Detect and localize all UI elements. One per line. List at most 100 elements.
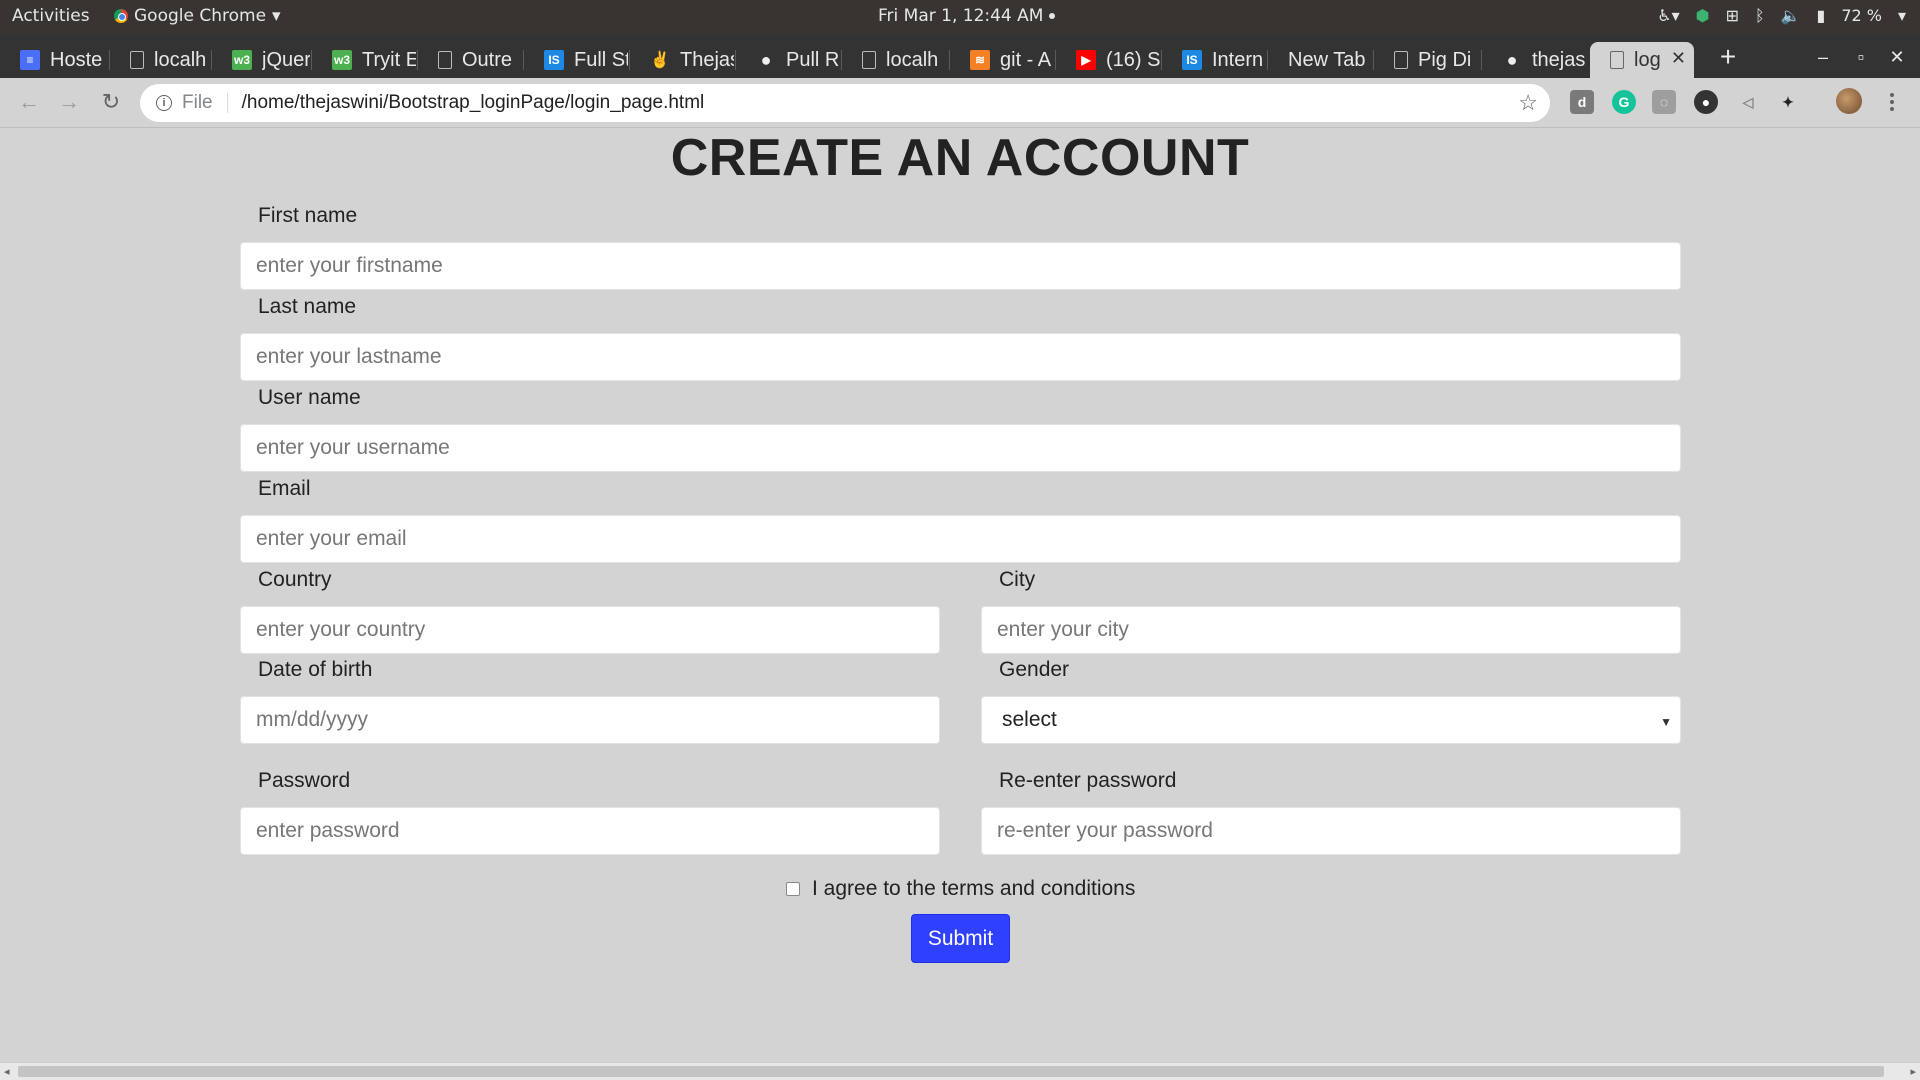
maximize-button[interactable]: ▫: [1846, 42, 1876, 72]
repassword-input[interactable]: [981, 807, 1681, 855]
clock-text: Fri Mar 1, 12:44 AM: [878, 6, 1044, 26]
tab-7[interactable]: ✌ Thejas: [630, 42, 734, 78]
scroll-right-icon[interactable]: ▸: [1910, 1065, 1916, 1078]
tab-15[interactable]: ● thejas: [1482, 42, 1588, 78]
new-tab-button[interactable]: +: [1712, 42, 1744, 74]
dob-input[interactable]: [240, 696, 940, 744]
forward-button[interactable]: →: [54, 87, 84, 117]
tab-16[interactable]: log ✕: [1590, 42, 1694, 78]
close-window-button[interactable]: ✕: [1882, 42, 1912, 72]
back-button[interactable]: ←: [14, 87, 44, 117]
volume-icon[interactable]: 🔈: [1781, 6, 1801, 25]
bluetooth-icon[interactable]: ᛒ: [1755, 6, 1765, 25]
url-text[interactable]: /home/thejaswini/Bootstrap_loginPage/log…: [242, 92, 705, 114]
minimize-button[interactable]: –: [1808, 42, 1838, 72]
chevron-down-icon: ▼: [1660, 715, 1672, 729]
submit-button[interactable]: Submit: [911, 914, 1010, 963]
tab-label: localh: [154, 48, 207, 71]
chevron-down-icon[interactable]: ▾: [1898, 6, 1906, 25]
scroll-left-icon[interactable]: ◂: [4, 1065, 10, 1078]
bookmark-star-icon[interactable]: ☆: [1518, 90, 1538, 116]
extension-bird-icon[interactable]: ✦: [1776, 90, 1800, 114]
tab-2[interactable]: localh: [110, 42, 210, 78]
tab-12[interactable]: IS Intern: [1162, 42, 1266, 78]
is-icon: IS: [544, 50, 564, 70]
tab-label: localh: [886, 48, 939, 71]
tab-3[interactable]: w3 jQuer: [212, 42, 310, 78]
battery-percent: 72 %: [1841, 6, 1882, 25]
megaphone-icon[interactable]: ◁: [1736, 90, 1760, 114]
tab-10[interactable]: ≋ git - A: [950, 42, 1054, 78]
lightbulb-icon[interactable]: ◌: [1652, 90, 1676, 114]
tab-13[interactable]: New Tab: [1268, 42, 1372, 78]
extension-d-icon[interactable]: d: [1570, 90, 1594, 114]
tab-label: Pig Di: [1418, 48, 1472, 71]
grammarly-icon[interactable]: G: [1612, 90, 1636, 114]
scrollbar-thumb[interactable]: [18, 1066, 1884, 1077]
horizontal-scrollbar[interactable]: ◂ ▸: [0, 1062, 1920, 1080]
docs-icon: ≡: [20, 50, 40, 70]
tab-label: Pull R: [786, 48, 840, 71]
tab-14[interactable]: Pig Di: [1374, 42, 1480, 78]
address-bar[interactable]: i File /home/thejaswini/Bootstrap_loginP…: [140, 84, 1550, 122]
info-icon[interactable]: i: [156, 95, 172, 111]
tab-label: Hoste: [50, 48, 103, 71]
city-input[interactable]: [981, 606, 1681, 654]
system-tray[interactable]: ♿▾ ⬢ ⊞ ᛒ 🔈 ▮ 72 % ▾: [1657, 6, 1906, 25]
repassword-label: Re-enter password: [999, 769, 1177, 792]
tab-9[interactable]: localh: [842, 42, 948, 78]
tab-6[interactable]: IS Full St: [524, 42, 628, 78]
shield-icon[interactable]: ⬢: [1696, 6, 1710, 25]
terms-label[interactable]: I agree to the terms and conditions: [812, 877, 1135, 901]
reload-button[interactable]: ↻: [96, 87, 126, 117]
last-name-label: Last name: [258, 295, 357, 318]
gender-select[interactable]: select ▼: [981, 696, 1681, 744]
menu-icon[interactable]: [1882, 88, 1902, 116]
tab-11[interactable]: ▶ (16) Sl: [1056, 42, 1160, 78]
password-input[interactable]: [240, 807, 940, 855]
terms-row: I agree to the terms and conditions: [786, 877, 1135, 901]
country-input[interactable]: [240, 606, 940, 654]
page-icon: [1394, 51, 1408, 69]
chrome-icon: [114, 9, 128, 23]
tab-label: New Tab: [1288, 48, 1366, 71]
activities-button[interactable]: Activities: [12, 6, 90, 26]
dob-label: Date of birth: [258, 658, 373, 681]
stackoverflow-icon: ≋: [970, 50, 990, 70]
page-icon: [862, 51, 876, 69]
app-name: Google Chrome: [134, 6, 267, 26]
system-top-bar: Activities Google Chrome ▾ Fri Mar 1, 12…: [0, 0, 1920, 34]
tab-label: git - A: [1000, 48, 1052, 71]
network-icon[interactable]: ⊞: [1726, 6, 1739, 25]
tab-1[interactable]: ≡ Hoste: [0, 42, 108, 78]
app-menu[interactable]: Google Chrome ▾: [114, 6, 281, 26]
terms-checkbox[interactable]: [786, 882, 800, 896]
tab-8[interactable]: ● Pull R: [736, 42, 840, 78]
gender-label: Gender: [999, 658, 1070, 681]
email-field[interactable]: [240, 515, 1681, 563]
browser-toolbar: ← → ↻ i File /home/thejaswini/Bootstrap_…: [0, 78, 1920, 128]
avatar[interactable]: [1836, 88, 1862, 114]
gender-select-value: select: [1002, 708, 1057, 731]
tab-5[interactable]: Outre: [418, 42, 522, 78]
tab-label: thejas: [1532, 48, 1586, 71]
battery-icon[interactable]: ▮: [1817, 6, 1826, 25]
w3-icon: w3: [232, 50, 252, 70]
tab-4[interactable]: w3 Tryit E: [312, 42, 416, 78]
tab-strip: ≡ Hoste localh w3 jQuer w3 Tryit E Outre IS Full …: [0, 34, 1920, 78]
user-name-input[interactable]: [240, 424, 1681, 472]
clock[interactable]: Fri Mar 1, 12:44 AM: [878, 6, 1056, 26]
youtube-icon: ▶: [1076, 50, 1096, 70]
notification-dot-icon: [1049, 13, 1056, 19]
page-icon: [1610, 51, 1624, 69]
password-label: Password: [258, 769, 351, 792]
first-name-input[interactable]: [240, 242, 1681, 290]
url-scheme: File: [182, 92, 213, 113]
chevron-down-icon: ▾: [272, 6, 281, 26]
extension-circle-icon[interactable]: ●: [1694, 90, 1718, 114]
close-icon[interactable]: ✕: [1671, 48, 1686, 69]
last-name-input[interactable]: [240, 333, 1681, 381]
first-name-label: First name: [258, 204, 358, 227]
tab-label: Thejas: [680, 48, 734, 71]
accessibility-icon[interactable]: ♿▾: [1657, 6, 1679, 25]
